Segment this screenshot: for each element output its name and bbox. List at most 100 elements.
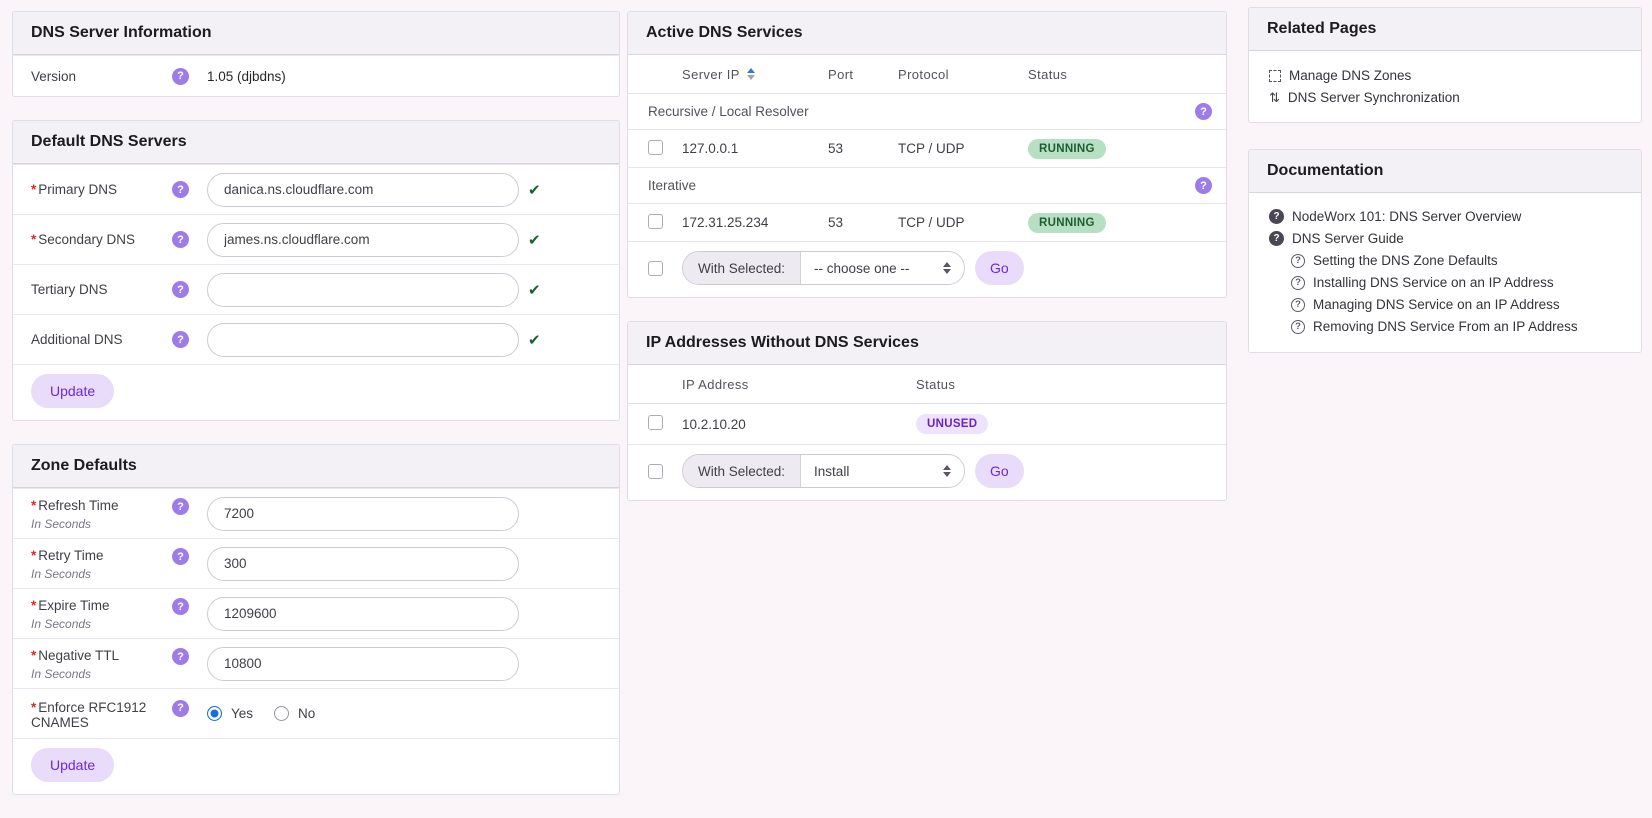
help-icon[interactable]: ? bbox=[1195, 177, 1212, 194]
expire-time-row: * Expire Time In Seconds ? bbox=[13, 588, 619, 638]
with-selected-pill: With Selected: Install bbox=[682, 454, 966, 488]
status-column-header: Status bbox=[1028, 66, 1068, 82]
select-all-checkbox[interactable] bbox=[648, 260, 663, 276]
tertiary-dns-row: Tertiary DNS ? ✔ bbox=[13, 264, 619, 314]
select-all-checkbox[interactable] bbox=[648, 463, 663, 479]
tertiary-dns-label: Tertiary DNS bbox=[31, 282, 108, 297]
doc-link-nodeworx-101[interactable]: ? NodeWorx 101: DNS Server Overview bbox=[1269, 209, 1621, 224]
negative-ttl-row: * Negative TTL In Seconds ? bbox=[13, 638, 619, 688]
documentation-card: Documentation ? NodeWorx 101: DNS Server… bbox=[1248, 149, 1642, 353]
with-selected-dropdown[interactable]: Install bbox=[801, 455, 965, 487]
required-asterisk: * bbox=[31, 548, 37, 563]
help-icon[interactable]: ? bbox=[172, 231, 189, 248]
secondary-dns-row: *Secondary DNS ? ✔ bbox=[13, 214, 619, 264]
with-selected-dropdown[interactable]: -- choose one -- bbox=[801, 252, 965, 284]
help-icon[interactable]: ? bbox=[172, 598, 189, 615]
zone-defaults-card: Zone Defaults * Refresh Time In Seconds ?… bbox=[12, 444, 620, 795]
with-selected-label: With Selected: bbox=[683, 252, 802, 284]
negative-ttl-label: Negative TTL bbox=[38, 648, 120, 663]
card-header: DNS Server Information bbox=[13, 12, 619, 55]
go-button[interactable]: Go bbox=[975, 454, 1024, 488]
doc-link-dns-server-guide[interactable]: ? DNS Server Guide bbox=[1269, 231, 1621, 246]
dns-server-information-card: DNS Server Information Version ? 1.05 (d… bbox=[12, 11, 620, 97]
middle-column: Active DNS Services Server IP Port Proto… bbox=[627, 11, 1227, 524]
refresh-time-row: * Refresh Time In Seconds ? bbox=[13, 488, 619, 538]
protocol-cell: TCP / UDP bbox=[898, 215, 965, 230]
primary-dns-input[interactable] bbox=[207, 172, 519, 207]
rfc1912-yes-radio[interactable] bbox=[207, 706, 222, 721]
help-icon[interactable]: ? bbox=[172, 67, 189, 85]
help-icon[interactable]: ? bbox=[172, 281, 189, 298]
card-header: IP Addresses Without DNS Services bbox=[628, 322, 1226, 365]
rfc1912-no-radio[interactable] bbox=[274, 706, 290, 721]
unit-sublabel: In Seconds bbox=[31, 667, 92, 681]
row-checkbox[interactable] bbox=[648, 415, 663, 430]
update-dns-servers-button[interactable]: Update bbox=[31, 374, 115, 408]
with-selected-label: With Selected: bbox=[683, 455, 802, 487]
link-dns-server-synchronization[interactable]: ⇅ DNS Server Synchronization bbox=[1269, 90, 1621, 105]
link-label: Manage DNS Zones bbox=[1289, 68, 1412, 83]
required-asterisk: * bbox=[31, 699, 37, 715]
doc-link-installing-dns-service[interactable]: ? Installing DNS Service on an IP Addres… bbox=[1291, 275, 1621, 290]
go-button[interactable]: Go bbox=[975, 251, 1024, 285]
card-header: Related Pages bbox=[1249, 8, 1641, 51]
doc-link-managing-dns-service[interactable]: ? Managing DNS Service on an IP Address bbox=[1291, 297, 1621, 312]
primary-dns-row: *Primary DNS ? ✔ bbox=[13, 164, 619, 214]
valid-check-icon: ✔ bbox=[528, 181, 541, 199]
help-icon[interactable]: ? bbox=[172, 548, 189, 565]
doc-link-label: Managing DNS Service on an IP Address bbox=[1313, 297, 1560, 312]
server-ip-column-header[interactable]: Server IP bbox=[682, 67, 828, 82]
card-title: Documentation bbox=[1267, 162, 1384, 179]
secondary-dns-input[interactable] bbox=[207, 222, 519, 257]
doc-link-label: NodeWorx 101: DNS Server Overview bbox=[1292, 209, 1522, 224]
card-title: Zone Defaults bbox=[31, 457, 137, 474]
ip-address-column-header: IP Address bbox=[682, 376, 749, 392]
primary-dns-label: Primary DNS bbox=[38, 182, 118, 197]
version-row: Version ? 1.05 (djbdns) bbox=[13, 55, 619, 96]
secondary-dns-label: Secondary DNS bbox=[38, 232, 136, 247]
doc-link-label: DNS Server Guide bbox=[1292, 231, 1404, 246]
required-asterisk: * bbox=[31, 232, 37, 247]
zones-grid-icon bbox=[1269, 69, 1281, 82]
row-checkbox[interactable] bbox=[648, 139, 663, 155]
question-outline-icon: ? bbox=[1291, 319, 1305, 334]
ip-row-10-2-10-20: 10.2.10.20 UNUSED bbox=[628, 404, 1226, 445]
required-asterisk: * bbox=[31, 182, 37, 197]
help-icon[interactable]: ? bbox=[172, 331, 189, 348]
server-ip-header-label: Server IP bbox=[682, 66, 740, 82]
tertiary-dns-input[interactable] bbox=[207, 272, 519, 307]
additional-dns-label: Additional DNS bbox=[31, 332, 123, 347]
question-filled-icon: ? bbox=[1269, 209, 1284, 224]
help-icon[interactable]: ? bbox=[172, 498, 189, 515]
help-icon[interactable]: ? bbox=[172, 181, 189, 198]
card-header: Zone Defaults bbox=[13, 445, 619, 488]
protocol-column-header: Protocol bbox=[898, 66, 949, 82]
update-zone-defaults-button[interactable]: Update bbox=[31, 748, 115, 782]
additional-dns-input[interactable] bbox=[207, 322, 519, 357]
negative-ttl-input[interactable] bbox=[207, 646, 519, 681]
expire-time-input[interactable] bbox=[207, 596, 519, 631]
sort-icon[interactable] bbox=[746, 68, 755, 80]
link-manage-dns-zones[interactable]: Manage DNS Zones bbox=[1269, 68, 1621, 83]
refresh-time-input[interactable] bbox=[207, 496, 519, 531]
card-title: DNS Server Information bbox=[31, 24, 212, 41]
help-icon[interactable]: ? bbox=[1195, 103, 1212, 120]
enforce-rfc1912-row: * Enforce RFC1912 CNAMES ? Yes No bbox=[13, 688, 619, 738]
refresh-time-label: Refresh Time bbox=[38, 498, 119, 513]
help-icon[interactable]: ? bbox=[172, 699, 189, 717]
service-row-172-31-25-234: 172.31.25.234 53 TCP / UDP RUNNING bbox=[628, 204, 1226, 242]
port-cell: 53 bbox=[828, 141, 844, 156]
doc-link-setting-zone-defaults[interactable]: ? Setting the DNS Zone Defaults bbox=[1291, 253, 1621, 268]
right-column: Related Pages Manage DNS Zones ⇅ DNS Ser… bbox=[1248, 7, 1642, 376]
required-asterisk: * bbox=[31, 498, 37, 513]
related-pages-list: Manage DNS Zones ⇅ DNS Server Synchroniz… bbox=[1249, 51, 1641, 122]
unit-sublabel: In Seconds bbox=[31, 617, 92, 631]
help-icon[interactable]: ? bbox=[172, 648, 189, 665]
doc-link-label: Installing DNS Service on an IP Address bbox=[1313, 275, 1554, 290]
row-checkbox[interactable] bbox=[648, 213, 663, 229]
dropdown-selected-value: -- choose one -- bbox=[814, 260, 910, 276]
rfc1912-yes-label: Yes bbox=[231, 706, 254, 721]
retry-time-input[interactable] bbox=[207, 546, 519, 581]
doc-link-removing-dns-service[interactable]: ? Removing DNS Service From an IP Addres… bbox=[1291, 319, 1621, 334]
default-dns-servers-card: Default DNS Servers *Primary DNS ? ✔ *Se… bbox=[12, 120, 620, 421]
